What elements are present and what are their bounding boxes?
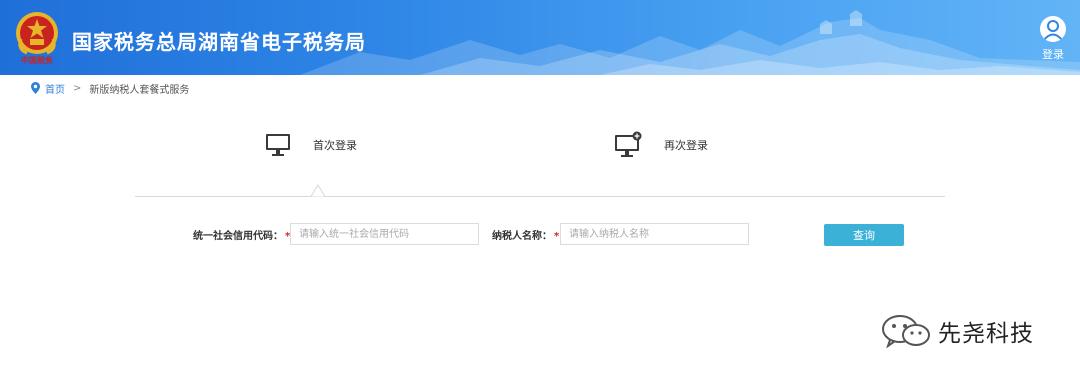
tax-emblem-logo: 中国税务 (13, 9, 61, 67)
taxpayer-name-input[interactable] (560, 223, 749, 245)
tab-divider (135, 196, 945, 197)
header-banner: 中国税务 国家税务总局湖南省电子税务局 登录 (0, 0, 1080, 75)
wechat-icon (882, 315, 930, 348)
watermark-text: 先尧科技 (938, 321, 1034, 347)
taxpayer-name-label: 纳税人名称： * (492, 227, 559, 242)
breadcrumb-home-link[interactable]: 首页 (45, 81, 65, 96)
monitor-plus-icon (615, 131, 642, 157)
tab-second-login[interactable]: 再次登录 (614, 130, 708, 160)
login-label: 登录 (1042, 48, 1064, 61)
watermark: 先尧科技 (880, 314, 1034, 348)
user-avatar-icon (1040, 16, 1066, 42)
credit-code-label: 统一社会信用代码： * (193, 227, 290, 242)
tab-second-login-label: 再次登录 (664, 139, 708, 152)
login-button[interactable]: 登录 (1036, 16, 1070, 62)
site-title: 国家税务总局湖南省电子税务局 (72, 30, 366, 54)
query-button[interactable]: 查询 (824, 224, 904, 246)
taxpayer-name-label-text: 纳税人名称： (492, 231, 552, 242)
credit-code-input[interactable] (290, 223, 479, 245)
tab-first-login[interactable]: 首次登录 (265, 130, 357, 160)
emblem-caption: 中国税务 (21, 56, 53, 65)
breadcrumb-separator: > (73, 82, 82, 94)
credit-code-label-text: 统一社会信用代码： (193, 231, 283, 242)
location-pin-icon (31, 82, 40, 94)
breadcrumb: 首页 > 新版纳税人套餐式服务 (31, 81, 190, 96)
required-mark: * (554, 231, 560, 242)
monitor-icon (266, 134, 290, 156)
tab-first-login-label: 首次登录 (313, 139, 357, 152)
breadcrumb-current: 新版纳税人套餐式服务 (89, 84, 190, 96)
